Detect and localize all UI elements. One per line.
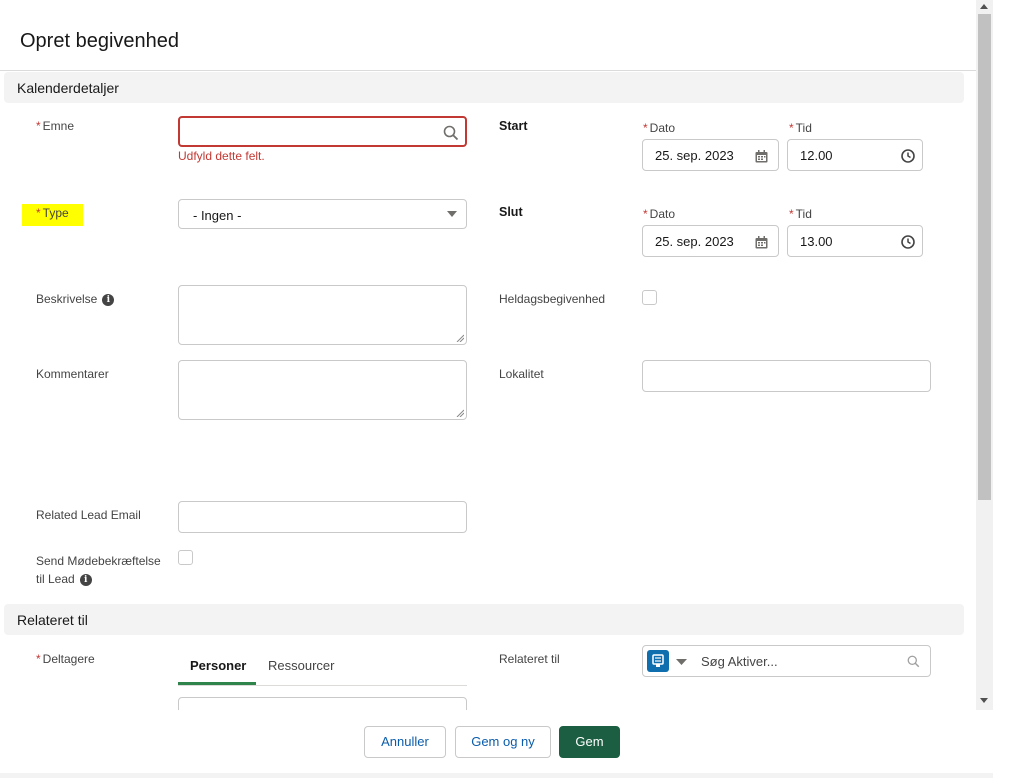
all-day-checkbox[interactable] <box>642 290 657 305</box>
attendees-label-text: Deltagere <box>42 652 95 666</box>
end-time-label: * Tid <box>789 207 812 221</box>
resize-handle-icon[interactable] <box>456 334 464 342</box>
cancel-button[interactable]: Annuller <box>364 726 446 758</box>
type-selected-value: - Ingen - <box>193 208 242 223</box>
required-marker: * <box>789 207 794 221</box>
required-marker: * <box>36 206 41 220</box>
start-date-label-text: Dato <box>649 121 676 135</box>
required-marker: * <box>643 121 648 135</box>
description-label: Beskrivelse i <box>36 292 115 306</box>
attendees-label: * Deltagere <box>36 652 95 666</box>
section-related-to[interactable]: Relateret til <box>4 604 964 635</box>
scrollbar[interactable] <box>976 0 993 710</box>
scroll-down-icon[interactable] <box>980 698 988 703</box>
tab-personer[interactable]: Personer <box>190 658 246 673</box>
clock-icon[interactable] <box>901 235 915 249</box>
right-gutter <box>993 0 1014 778</box>
related-to-label: Relateret til <box>499 652 560 666</box>
location-input[interactable] <box>642 360 931 392</box>
send-confirmation-checkbox[interactable] <box>178 550 193 565</box>
asset-object-icon[interactable] <box>647 650 669 672</box>
send-confirmation-label: Send Mødebekræftelse til Lead i <box>36 552 161 588</box>
required-marker: * <box>789 121 794 135</box>
type-label-text: Type <box>42 206 69 220</box>
related-to-lookup[interactable]: Søg Aktiver... <box>642 645 931 677</box>
attendee-search-input[interactable] <box>178 697 467 710</box>
title-divider <box>0 70 976 71</box>
subject-error-text: Udfyld dette felt. <box>178 149 265 163</box>
end-date-label-text: Dato <box>649 207 676 221</box>
description-textarea[interactable] <box>178 285 467 345</box>
scroll-up-icon[interactable] <box>980 4 988 9</box>
location-label: Lokalitet <box>499 367 544 381</box>
end-date-label: * Dato <box>643 207 675 221</box>
lead-email-label: Related Lead Email <box>36 508 141 522</box>
save-button[interactable]: Gem <box>559 726 620 758</box>
start-time-value: 12.00 <box>800 148 833 163</box>
end-date-input[interactable]: 25. sep. 2023 <box>642 225 779 257</box>
scroll-thumb[interactable] <box>978 14 991 500</box>
active-tab-indicator <box>178 682 256 685</box>
tab-ressourcer[interactable]: Ressourcer <box>268 658 334 673</box>
subject-label: * Emne <box>36 119 74 133</box>
resize-handle-icon[interactable] <box>456 409 464 417</box>
comments-label: Kommentarer <box>36 367 109 381</box>
end-time-label-text: Tid <box>795 207 812 221</box>
lead-email-input[interactable] <box>178 501 467 533</box>
create-event-modal: Opret begivenhed Kalenderdetaljer * Emne … <box>0 0 976 710</box>
send-confirmation-label-line1: Send Mødebekræftelse <box>36 554 161 568</box>
type-select[interactable]: - Ingen - <box>178 199 467 229</box>
info-icon[interactable]: i <box>102 293 115 306</box>
save-and-new-button[interactable]: Gem og ny <box>455 726 551 758</box>
chevron-down-icon <box>447 211 457 217</box>
comments-textarea[interactable] <box>178 360 467 420</box>
required-marker: * <box>36 119 41 133</box>
start-date-input[interactable]: 25. sep. 2023 <box>642 139 779 171</box>
description-label-text: Beskrivelse <box>36 292 98 306</box>
required-marker: * <box>643 207 648 221</box>
section-label: Kalenderdetaljer <box>17 80 119 96</box>
start-time-label: * Tid <box>789 121 812 135</box>
end-date-value: 25. sep. 2023 <box>655 234 734 249</box>
type-label: * Type <box>36 206 69 220</box>
start-label: Start <box>499 119 528 133</box>
clock-icon[interactable] <box>901 149 915 163</box>
subject-label-text: Emne <box>42 119 75 133</box>
calendar-icon[interactable] <box>755 150 768 163</box>
start-time-label-text: Tid <box>795 121 812 135</box>
end-time-value: 13.00 <box>800 234 833 249</box>
attendee-tabs: Personer Ressourcer <box>178 650 467 686</box>
start-time-input[interactable]: 12.00 <box>787 139 923 171</box>
subject-input[interactable] <box>178 116 467 147</box>
section-calendar-details[interactable]: Kalenderdetaljer <box>4 72 964 103</box>
start-date-value: 25. sep. 2023 <box>655 148 734 163</box>
chevron-down-icon[interactable] <box>676 659 687 666</box>
end-time-input[interactable]: 13.00 <box>787 225 923 257</box>
required-marker: * <box>36 652 41 666</box>
search-icon <box>443 125 459 141</box>
send-confirmation-label-line2: til Lead <box>36 572 75 586</box>
calendar-icon[interactable] <box>755 236 768 249</box>
related-to-placeholder: Søg Aktiver... <box>701 654 778 669</box>
section-label: Relateret til <box>17 612 88 628</box>
start-date-label: * Dato <box>643 121 675 135</box>
end-label: Slut <box>499 205 523 219</box>
info-icon[interactable]: i <box>79 573 92 586</box>
all-day-label: Heldagsbegivenhed <box>499 292 606 306</box>
modal-title: Opret begivenhed <box>20 30 180 52</box>
search-icon <box>907 655 920 668</box>
